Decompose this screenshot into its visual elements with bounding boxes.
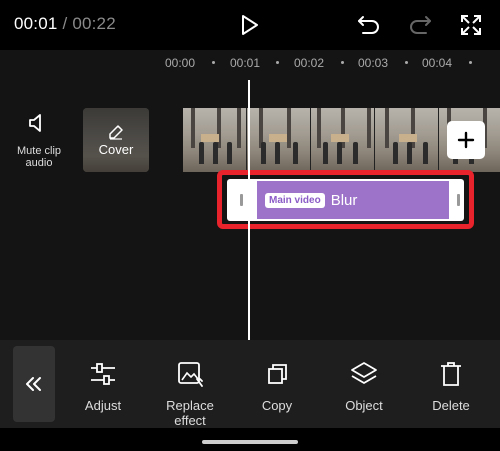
ruler-dot: [276, 61, 279, 64]
delete-label: Delete: [411, 398, 491, 413]
trash-icon: [441, 362, 461, 386]
replace-effect-button[interactable]: Replace effect: [150, 360, 230, 428]
replace-effect-label-line2: effect: [174, 413, 206, 428]
double-chevron-left-icon: [26, 377, 41, 391]
copy-label: Copy: [237, 398, 317, 413]
bottom-toolbar: Adjust Replace effect Copy Object Delete: [0, 340, 500, 428]
ruler-dot: [405, 61, 408, 64]
video-thumbnail: [375, 108, 439, 172]
effect-trim-handle-left[interactable]: [240, 194, 243, 206]
copy-label-line1: Copy: [261, 398, 293, 413]
play-icon: [242, 15, 258, 35]
ruler-tick: 00:01: [229, 56, 261, 70]
video-thumbnail: [183, 108, 247, 172]
adjust-label: Adjust: [63, 398, 143, 413]
undo-button[interactable]: [354, 10, 384, 40]
effect-clip-highlight: Main video Blur: [217, 170, 474, 229]
mute-label-line2: audio: [25, 157, 53, 169]
copy-button[interactable]: Copy: [237, 360, 317, 413]
copy-icon: [268, 364, 287, 384]
time-separator: /: [57, 14, 73, 33]
adjust-button[interactable]: Adjust: [63, 360, 143, 413]
layers-icon: [351, 362, 377, 384]
ruler-dot: [469, 61, 472, 64]
adjust-label-line1: Adjust: [84, 398, 122, 413]
ruler-tick: 00:04: [421, 56, 453, 70]
redo-icon: [410, 16, 431, 34]
delete-label-line1: Delete: [432, 398, 470, 413]
object-label: Object: [324, 398, 404, 413]
replace-effect-icon: [178, 362, 203, 387]
cover-button[interactable]: Cover: [83, 108, 149, 172]
ruler-dot: [341, 61, 344, 64]
video-thumbnail: [247, 108, 311, 172]
mute-clip-audio-label: Mute clip audio: [12, 145, 66, 169]
sliders-icon: [91, 363, 115, 385]
home-indicator[interactable]: [202, 440, 298, 444]
redo-button[interactable]: [405, 10, 435, 40]
total-time: 00:22: [72, 14, 116, 33]
plus-icon: [457, 131, 475, 149]
effect-clip-body[interactable]: Main video Blur: [257, 181, 449, 219]
ruler-tick: 00:03: [357, 56, 389, 70]
fullscreen-icon: [461, 15, 481, 35]
cover-label: Cover: [98, 141, 134, 157]
top-bar: 00:01 / 00:22: [0, 0, 500, 50]
time-ruler: 00:00 00:01 00:02 00:03 00:04: [0, 56, 500, 70]
system-nav-bar: [0, 428, 500, 451]
replace-effect-label: Replace effect: [150, 398, 230, 428]
mute-clip-audio-button[interactable]: Mute clip audio: [12, 112, 66, 169]
time-display: 00:01 / 00:22: [14, 14, 116, 34]
add-clip-button[interactable]: [447, 121, 485, 159]
fullscreen-button[interactable]: [456, 10, 486, 40]
current-time: 00:01: [14, 14, 58, 33]
ruler-dot: [212, 61, 215, 64]
object-button[interactable]: Object: [324, 360, 404, 413]
effect-clip[interactable]: Main video Blur: [227, 179, 464, 221]
mute-label-line1: Mute clip: [16, 145, 62, 157]
undo-icon: [358, 16, 379, 34]
effect-name: Blur: [330, 191, 358, 209]
play-button[interactable]: [235, 10, 265, 40]
effect-trim-handle-right[interactable]: [457, 194, 460, 206]
replace-effect-label-line1: Replace: [166, 398, 214, 413]
video-thumbnail: [311, 108, 375, 172]
ruler-tick: 00:00: [164, 56, 196, 70]
playhead[interactable]: [248, 80, 250, 340]
ruler-tick: 00:02: [293, 56, 325, 70]
object-label-line1: Object: [345, 398, 383, 413]
delete-button[interactable]: Delete: [411, 360, 491, 413]
back-button[interactable]: [13, 346, 55, 422]
main-video-badge: Main video: [265, 192, 325, 208]
speaker-icon: [29, 114, 41, 132]
edit-pencil-icon: [109, 124, 123, 140]
